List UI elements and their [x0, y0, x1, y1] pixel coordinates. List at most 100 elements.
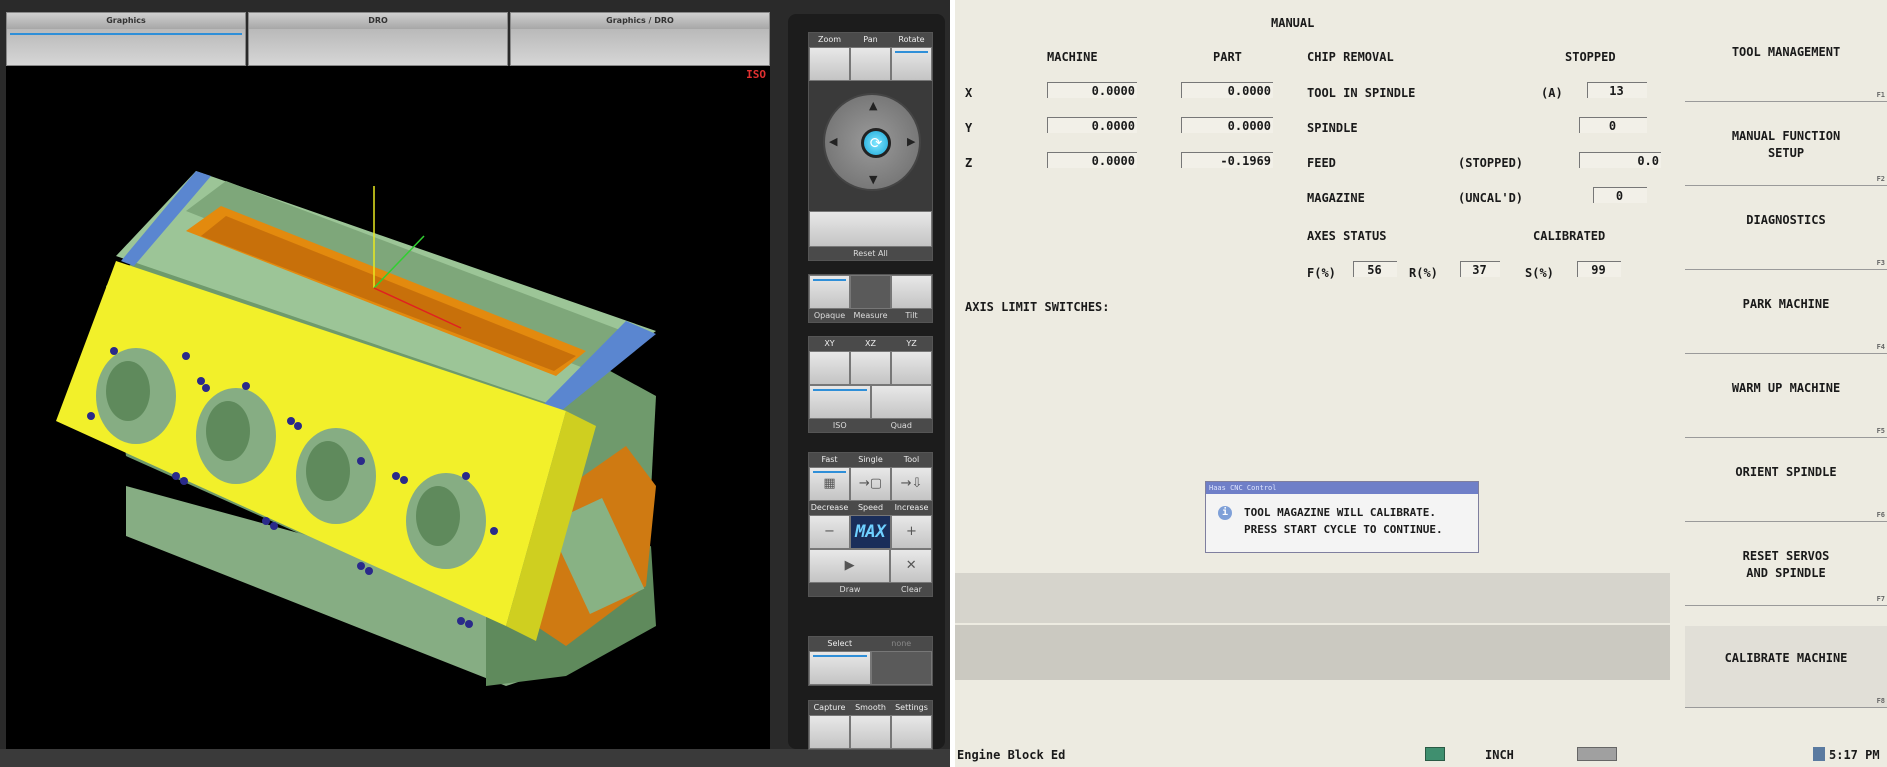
axis-y-machine: 0.0000 [1047, 117, 1137, 133]
menu-warm-up-machine[interactable]: WARM UP MACHINE F5 [1685, 356, 1887, 438]
yz-button[interactable] [891, 351, 932, 385]
iso-button[interactable] [809, 385, 871, 419]
mode-indicator-icon [1425, 747, 1445, 761]
single-step-icon: →▢ [858, 476, 883, 491]
menu-label: ORIENT SPINDLE [1735, 465, 1837, 479]
tilt-label: Tilt [891, 309, 932, 322]
tilt-button[interactable] [891, 275, 932, 309]
arrow-left-icon[interactable]: ◀ [829, 135, 837, 148]
tool-button[interactable]: →⇩ [891, 467, 932, 501]
menu-tool-management[interactable]: TOOL MANAGEMENT F1 [1685, 20, 1887, 102]
clear-label: Clear [891, 583, 932, 596]
tool-label: Tool [891, 453, 932, 467]
reset-all-button[interactable] [809, 211, 932, 247]
menu-label: MANUAL FUNCTION SETUP [1731, 129, 1841, 160]
tab-graphics-label: Graphics [7, 13, 245, 29]
arrow-right-icon[interactable]: ▶ [907, 135, 915, 148]
spindle-label: SPINDLE [1307, 121, 1358, 135]
arrow-up-icon[interactable]: ▲ [869, 99, 877, 112]
calibration-message-dialog[interactable]: Haas CNC Control i TOOL MAGAZINE WILL CA… [1205, 481, 1479, 553]
menu-park-machine[interactable]: PARK MACHINE F4 [1685, 272, 1887, 354]
tab-active-indicator [10, 33, 242, 35]
decrease-button[interactable]: − [809, 515, 850, 549]
smooth-button[interactable] [850, 715, 891, 749]
increase-button[interactable]: + [891, 515, 932, 549]
feed-override-value: 56 [1353, 261, 1397, 277]
axis-y-part: 0.0000 [1181, 117, 1273, 133]
opaque-button[interactable] [809, 275, 850, 309]
keyboard-indicator-icon [1577, 747, 1617, 761]
measure-label: Measure [850, 309, 891, 322]
part-column-header: PART [1213, 50, 1242, 64]
yz-label: YZ [891, 337, 932, 351]
pan-label: Pan [850, 33, 891, 47]
iso-button-label: ISO [809, 419, 871, 432]
single-button[interactable]: →▢ [850, 467, 891, 501]
info-icon: i [1218, 506, 1232, 520]
menu-orient-spindle[interactable]: ORIENT SPINDLE F6 [1685, 440, 1887, 522]
menu-label: RESET SERVOS AND SPINDLE [1742, 549, 1830, 580]
tool-number-value: 13 [1587, 82, 1647, 98]
output-controls: Capture Smooth Settings [808, 700, 933, 750]
menu-reset-servos-spindle[interactable]: RESET SERVOS AND SPINDLE F7 [1685, 524, 1887, 606]
select-button[interactable] [809, 651, 871, 685]
zoom-button[interactable] [809, 47, 850, 81]
arrow-down-icon[interactable]: ▼ [869, 173, 877, 186]
network-icon [1813, 747, 1825, 761]
pan-button[interactable] [850, 47, 891, 81]
feed-override-label: F(%) [1307, 266, 1336, 280]
axis-z-label: Z [965, 156, 973, 170]
menu-label: PARK MACHINE [1742, 297, 1830, 311]
none-button[interactable] [870, 651, 932, 685]
view-controls: Zoom Pan Rotate ▲ ▼ ◀ ▶ ⟳ Reset All [808, 32, 933, 261]
rotate-label: Rotate [891, 33, 932, 47]
axis-x-machine: 0.0000 [1047, 82, 1137, 98]
graphics-control-panel: Zoom Pan Rotate ▲ ▼ ◀ ▶ ⟳ Reset All Opaq… [788, 14, 945, 750]
clock-time: 5:17 PM [1829, 748, 1880, 762]
function-key: F8 [1876, 697, 1885, 705]
settings-button[interactable] [891, 715, 932, 749]
engine-block-model [56, 171, 656, 686]
fast-button[interactable]: ▦ [809, 467, 850, 501]
rapid-override-label: R(%) [1409, 266, 1438, 280]
view-dpad[interactable]: ▲ ▼ ◀ ▶ ⟳ [809, 81, 932, 211]
capture-button[interactable] [809, 715, 850, 749]
function-key: F7 [1876, 595, 1885, 603]
axes-status-label: AXES STATUS [1307, 229, 1387, 243]
menu-diagnostics[interactable]: DIAGNOSTICS F3 [1685, 188, 1887, 270]
status-area-upper [955, 573, 1670, 623]
feed-state: (STOPPED) [1458, 156, 1524, 170]
select-label: Select [809, 637, 871, 651]
clear-button[interactable]: ✕ [890, 549, 932, 583]
menu-calibrate-machine[interactable]: CALIBRATE MACHINE F8 [1685, 626, 1887, 708]
refresh-icon[interactable]: ⟳ [861, 128, 891, 158]
feed-value: 0.0 [1579, 152, 1661, 168]
graphics-viewport[interactable]: ISO [6, 66, 770, 749]
axis-z-part: -0.1969 [1181, 152, 1273, 168]
quad-button[interactable] [870, 385, 932, 419]
menu-label: CALIBRATE MACHINE [1724, 651, 1848, 665]
calibrated-label: CALIBRATED [1533, 229, 1606, 243]
menu-manual-function-setup[interactable]: MANUAL FUNCTION SETUP F2 [1685, 104, 1887, 186]
draw-button[interactable]: ▶ [809, 549, 891, 583]
tool-slot-label: (A) [1541, 86, 1563, 100]
tab-graphics[interactable]: Graphics [6, 12, 246, 66]
xy-button[interactable] [809, 351, 850, 385]
dpad-ring[interactable]: ▲ ▼ ◀ ▶ ⟳ [823, 93, 921, 191]
machine-column-header: MACHINE [1047, 50, 1098, 64]
function-key: F6 [1876, 511, 1885, 519]
rotate-button[interactable] [891, 47, 932, 81]
measure-button[interactable] [850, 275, 891, 309]
magazine-value: 0 [1593, 187, 1647, 203]
view-tabs: Graphics DRO Graphics / DRO [6, 12, 770, 66]
graphics-app: Graphics DRO Graphics / DRO ISO Zoom Pan… [0, 0, 950, 767]
xz-button[interactable] [850, 351, 891, 385]
none-label: none [870, 637, 932, 651]
spindle-value: 0 [1579, 117, 1647, 133]
dialog-line-2: PRESS START CYCLE TO CONTINUE. [1244, 523, 1443, 536]
tab-dro[interactable]: DRO [248, 12, 508, 66]
haas-status-bar: Engine Block Ed INCH 5:17 PM [955, 743, 1887, 767]
spindle-override-value: 99 [1577, 261, 1621, 277]
magazine-state: (UNCAL'D) [1458, 191, 1524, 205]
tab-graphics-dro[interactable]: Graphics / DRO [510, 12, 770, 66]
